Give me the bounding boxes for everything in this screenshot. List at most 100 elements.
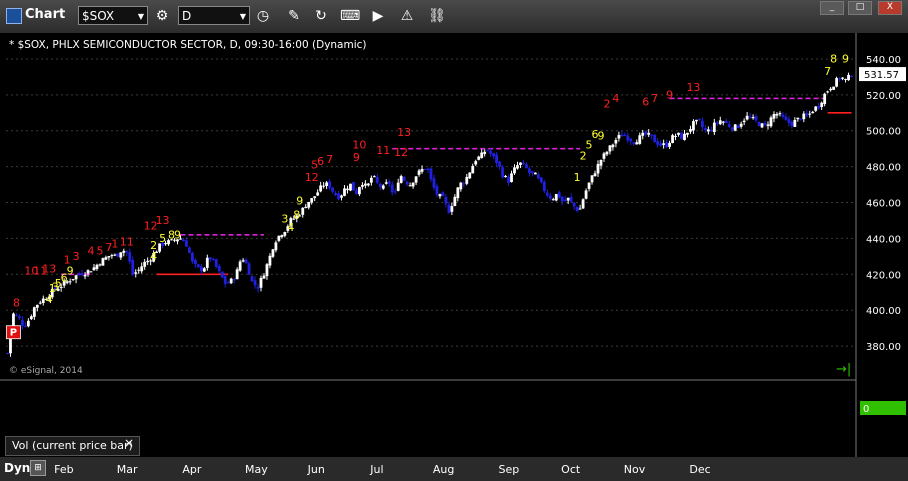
candle-body (355, 190, 358, 195)
symbol-input[interactable]: $SOX ▼ (78, 6, 148, 25)
td-count-label: 13 (42, 263, 56, 276)
keyboard-icon[interactable]: ⌨ (340, 6, 360, 26)
candle-body (435, 186, 439, 195)
candle-body (575, 206, 579, 211)
candle-body (647, 132, 651, 135)
td-count-label: 9 (174, 228, 181, 241)
td-count-label: 1 (574, 171, 581, 184)
candle-body (608, 145, 612, 152)
candle-body (417, 170, 421, 175)
chevron-down-icon[interactable]: ▼ (138, 7, 144, 26)
candle-body (450, 206, 454, 212)
maximize-button[interactable]: □ (848, 1, 872, 15)
play-icon[interactable]: ▶ (368, 6, 388, 26)
candle-body (396, 182, 400, 191)
td-count-label: 9 (597, 130, 604, 143)
alert-icon[interactable]: ⚠ (397, 6, 417, 26)
x-tick-label: Dec (689, 463, 711, 476)
td-count-label: 13 (397, 126, 411, 139)
chevron-down-icon[interactable]: ▼ (240, 7, 246, 26)
candle-body (617, 134, 621, 139)
dyn-mode-label[interactable]: Dyn (4, 461, 30, 475)
x-tick-label: Nov (623, 463, 646, 476)
candle-body (513, 167, 516, 174)
candle-body (483, 151, 487, 154)
pencil-icon[interactable]: ✎ (284, 6, 304, 26)
candle-body (21, 319, 24, 326)
td-count-label: 8 (830, 53, 837, 66)
price-chart[interactable]: 81011131356941 3 4 5 71 111213245 8934891256 71… (0, 33, 908, 457)
candle-body (18, 316, 21, 319)
candle-body (104, 257, 108, 260)
candle-body (838, 78, 841, 80)
td-count-label: 12 (305, 171, 319, 184)
close-button[interactable]: X (878, 1, 902, 15)
candle-body (754, 116, 758, 121)
candle-body (226, 282, 230, 284)
candle-body (402, 177, 406, 181)
candle-body (343, 188, 346, 196)
candle-body (784, 116, 788, 120)
scroll-to-end-icon[interactable]: →| (836, 362, 851, 377)
candle-body (346, 188, 349, 191)
close-icon[interactable]: × (124, 436, 134, 450)
symbol-settings-icon[interactable]: ⚙ (152, 6, 172, 26)
zoom-icon[interactable]: ⊞ (30, 460, 46, 476)
candle-body (539, 177, 543, 183)
candle-body (528, 168, 531, 173)
candle-body (363, 183, 367, 186)
td-count-label: 5 (96, 245, 103, 258)
candle-body (432, 178, 436, 188)
candle-body (814, 106, 818, 111)
y-tick-label: 500.00 (866, 127, 901, 138)
candle-body (384, 182, 388, 184)
clock-icon[interactable]: ◷ (253, 6, 273, 26)
candle-body (253, 280, 257, 286)
price-flip-label: P (10, 328, 17, 339)
candle-body (599, 159, 603, 166)
candle-body (530, 171, 534, 174)
candle-body (659, 143, 663, 146)
candle-body (632, 142, 636, 144)
candle-body (32, 307, 36, 317)
link-icon[interactable]: ⛓ (427, 6, 447, 26)
candle-body (116, 253, 120, 257)
candle-body (471, 166, 475, 174)
candle-body (95, 264, 99, 269)
refresh-icon[interactable]: ↻ (311, 6, 331, 26)
candle-body (80, 273, 84, 276)
x-tick-label: Mar (116, 463, 138, 476)
candle-body (349, 183, 352, 191)
candle-body (522, 162, 525, 164)
candle-body (724, 120, 728, 123)
candle-body (378, 183, 382, 187)
td-count-label: 7 (824, 65, 831, 78)
td-count-label: 9 (842, 53, 849, 66)
y-tick-label: 400.00 (866, 306, 901, 317)
candle-body (626, 135, 630, 141)
candle-body (516, 165, 519, 169)
candle-body (459, 182, 463, 190)
candle-body (477, 156, 481, 160)
volume-pane-tab[interactable]: Vol (current price bar) (5, 436, 140, 456)
minimize-button[interactable]: _ (820, 1, 844, 15)
candle-body (605, 151, 609, 155)
candle-body (799, 118, 803, 120)
candle-body (399, 176, 403, 183)
candle-body (381, 185, 385, 189)
x-tick-label: Feb (54, 463, 74, 476)
candle-body (742, 120, 746, 123)
candle-body (83, 274, 87, 277)
candle-body (712, 122, 716, 133)
candle-body (677, 132, 680, 135)
candle-body (778, 113, 782, 115)
candle-body (557, 192, 561, 198)
candle-body (244, 259, 248, 264)
candle-body (110, 255, 114, 257)
td-count-label: 5 (159, 232, 166, 245)
interval-input[interactable]: D ▼ (178, 6, 250, 25)
candle-body (620, 134, 624, 137)
candle-body (614, 139, 618, 144)
candle-body (250, 276, 254, 281)
candle-body (706, 129, 710, 132)
